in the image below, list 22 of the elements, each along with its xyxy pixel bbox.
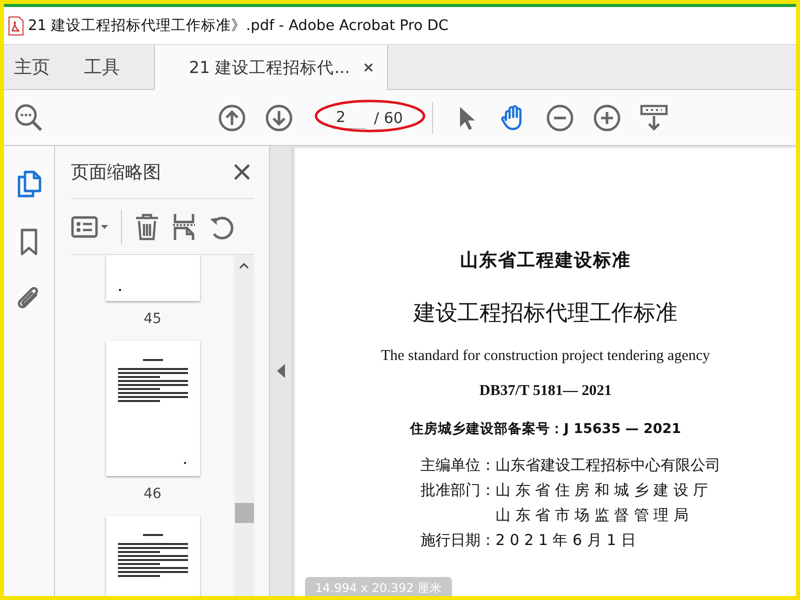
- record-number: 住房城乡建设部备案号：J 15635 — 2021: [410, 420, 682, 438]
- nav-tab[interactable]: 主页: [4, 45, 60, 89]
- standard-code: DB37/T 5181— 2021: [479, 383, 612, 400]
- panel-title: 页面缩略图: [71, 161, 161, 184]
- nav-tab[interactable]: 工具: [74, 45, 130, 89]
- document-tab[interactable]: 21 建设工程招标代...: [154, 45, 388, 90]
- document-heading: 山东省工程建设标准: [460, 249, 631, 272]
- detail-label: 批准部门：: [420, 481, 496, 501]
- tab-label: 21 建设工程招标代...: [189, 56, 350, 78]
- page-label: 46: [144, 486, 162, 502]
- document-title: 建设工程招标代理工作标准: [414, 300, 678, 328]
- detail-value: 山 东 省 市 场 监 督 管 理 局: [496, 506, 690, 525]
- page-number-field[interactable]: 2: [332, 106, 366, 129]
- page-total: / 60: [374, 108, 403, 126]
- detail-value: 山东省建设工程招标中心有限公司: [496, 456, 720, 475]
- page-label: 45: [144, 311, 162, 327]
- detail-label: 主编单位：: [420, 456, 496, 475]
- english-title: The standard for construction project tendering agency: [380, 348, 710, 365]
- detail-label: 施行日期：: [420, 531, 496, 550]
- detail-value: 2 0 2 1 年 6 月 1 日: [496, 531, 636, 550]
- detail-value: 山 东 省 住 房 和 城 乡 建 设 厅: [496, 481, 708, 500]
- window-title: 21 建设工程招标代理工作标准》.pdf - Adobe Acrobat Pro DC: [28, 17, 449, 35]
